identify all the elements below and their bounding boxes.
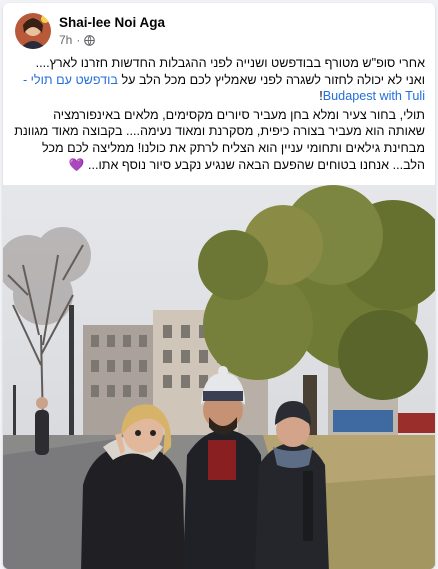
post-paragraph-1: אחרי סופ"ש מטורף בבודפשט ושנייה לפני ההג… bbox=[13, 55, 425, 105]
post-meta: 7h · bbox=[59, 33, 96, 47]
post-timestamp[interactable]: 7h bbox=[59, 33, 72, 47]
meta-separator: · bbox=[76, 33, 81, 47]
globe-icon[interactable] bbox=[84, 34, 96, 46]
post-paragraph-2: תולי, בחור צעיר ומלא בחן מעביר סיורים מק… bbox=[13, 107, 425, 173]
post-card: Shai-lee Noi Aga 7h · אחרי סופ"ש מטורף ב… bbox=[3, 3, 435, 569]
post-photo[interactable] bbox=[3, 185, 435, 569]
author-name[interactable]: Shai-lee Noi Aga bbox=[59, 15, 165, 30]
author-avatar[interactable] bbox=[15, 13, 51, 49]
purple-heart-emoji: 💜 bbox=[68, 157, 85, 172]
post-text: אחרי סופ"ש מטורף בבודפשט ושנייה לפני ההג… bbox=[13, 55, 425, 173]
